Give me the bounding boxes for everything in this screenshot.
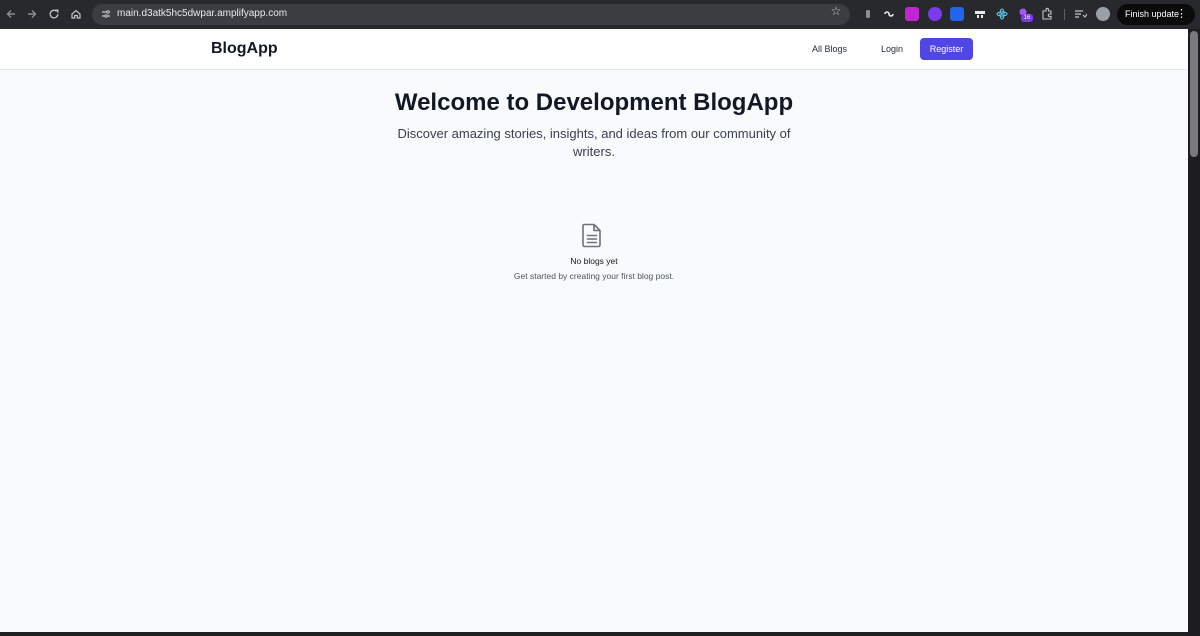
forward-icon[interactable] — [22, 4, 42, 24]
extension-icon[interactable] — [950, 7, 964, 21]
empty-state-subtitle: Get started by creating your first blog … — [513, 271, 675, 281]
page-title: Welcome to Development BlogApp — [394, 89, 794, 116]
extension-icon[interactable] — [928, 7, 942, 21]
url-text[interactable]: main.d3atk5hc5dwpar.amplifyapp.com — [117, 7, 287, 21]
home-icon[interactable] — [66, 4, 86, 24]
document-icon — [580, 222, 604, 248]
more-menu-icon[interactable]: ⋮ — [1176, 4, 1187, 25]
nav-link-login[interactable]: Login — [881, 43, 903, 55]
extension-badge: 16 — [1021, 14, 1033, 22]
brand-logo[interactable]: BlogApp — [211, 39, 278, 59]
extension-icon[interactable] — [995, 7, 1009, 21]
register-button[interactable]: Register — [920, 38, 973, 60]
page-viewport: BlogApp All Blogs Login Register Welcome… — [0, 29, 1188, 632]
scrollbar-thumb[interactable] — [1190, 31, 1198, 157]
finish-update-label: Finish update — [1125, 9, 1180, 19]
page-subtitle: Discover amazing stories, insights, and … — [397, 126, 791, 159]
extension-icon[interactable] — [861, 7, 875, 21]
reading-list-icon[interactable] — [1073, 7, 1088, 21]
address-bar[interactable]: main.d3atk5hc5dwpar.amplifyapp.com — [92, 4, 850, 25]
toolbar-divider — [1064, 9, 1065, 20]
site-navbar: BlogApp All Blogs Login Register — [0, 29, 1188, 70]
extension-icon[interactable] — [882, 7, 896, 21]
finish-update-button[interactable]: Finish update ⋮ — [1117, 4, 1195, 25]
nav-link-all-blogs[interactable]: All Blogs — [812, 43, 847, 55]
browser-toolbar: main.d3atk5hc5dwpar.amplifyapp.com ☆ 16 … — [0, 0, 1200, 29]
extension-icon[interactable] — [905, 7, 919, 21]
extensions-puzzle-icon[interactable] — [1040, 7, 1054, 21]
reload-icon[interactable] — [44, 4, 64, 24]
extension-icon[interactable] — [973, 7, 987, 21]
back-icon[interactable] — [1, 4, 21, 24]
empty-state-title: No blogs yet — [570, 256, 618, 266]
bookmark-star-icon[interactable]: ☆ — [829, 4, 843, 18]
site-info-icon[interactable] — [99, 7, 113, 21]
scrollbar[interactable] — [1188, 29, 1200, 636]
profile-avatar-icon[interactable] — [1096, 7, 1110, 21]
